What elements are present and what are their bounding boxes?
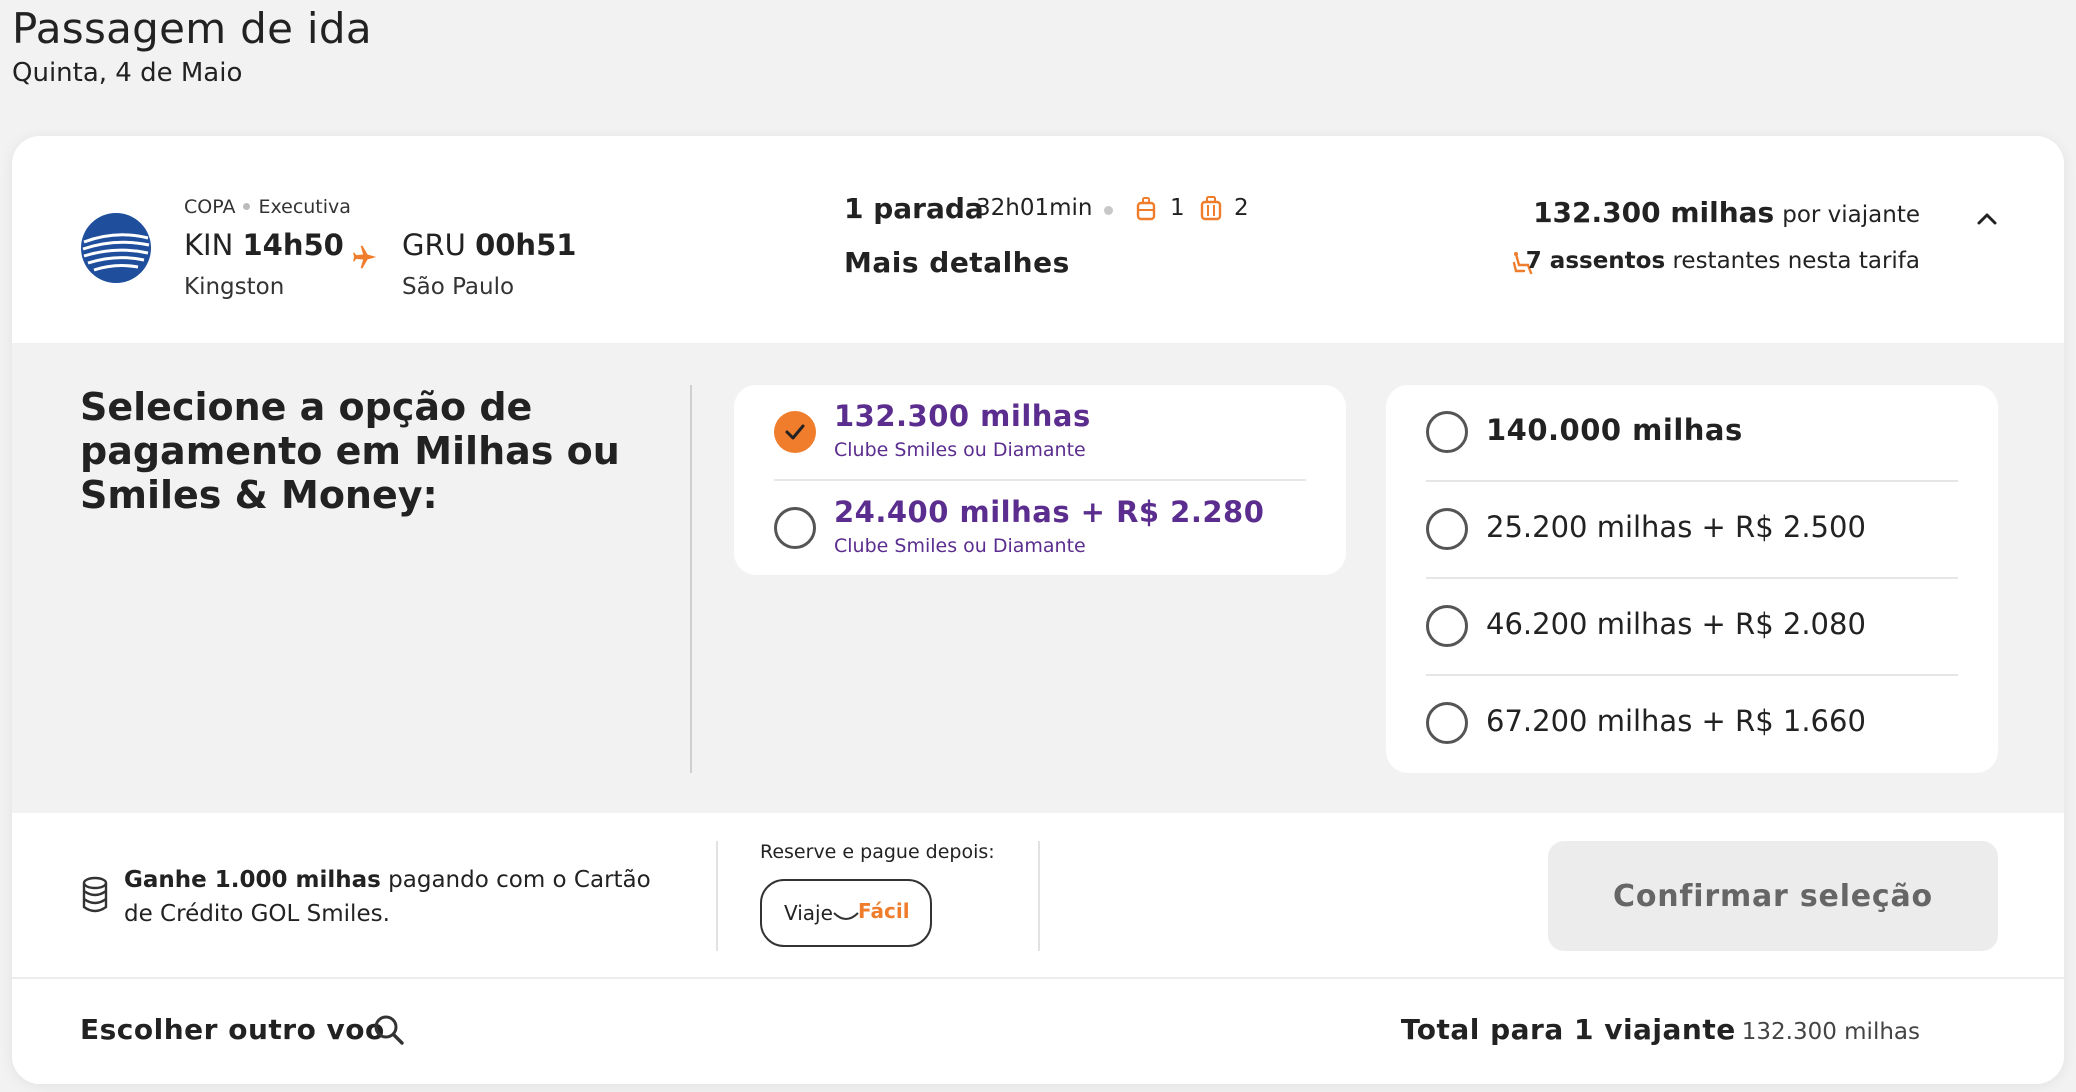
radio-button[interactable] bbox=[1426, 411, 1468, 453]
origin-code: KIN bbox=[184, 228, 234, 262]
option-sub: Clube Smiles ou Diamante bbox=[834, 439, 1086, 461]
option-label: 46.200 milhas + R$ 2.080 bbox=[1486, 607, 1866, 641]
divider bbox=[1038, 841, 1040, 951]
checked-bag-count: 2 bbox=[1234, 195, 1249, 221]
payment-option[interactable]: 25.200 milhas + R$ 2.500 bbox=[1386, 482, 1998, 579]
viaje-facil-button[interactable]: Viaje Fácil bbox=[760, 879, 932, 947]
radio-button[interactable] bbox=[1426, 605, 1468, 647]
payment-option[interactable]: 46.200 milhas + R$ 2.080 bbox=[1386, 579, 1998, 676]
cabin-class: Executiva bbox=[258, 196, 351, 218]
option-label: 140.000 milhas bbox=[1486, 413, 1743, 447]
option-label: 25.200 milhas + R$ 2.500 bbox=[1486, 510, 1866, 544]
radio-button[interactable] bbox=[774, 507, 816, 549]
flight-card: COPA Executiva KIN 14h50 Kingston GRU 00h… bbox=[12, 136, 2064, 1084]
origin: KIN 14h50 bbox=[184, 228, 344, 262]
facil-label: Fácil bbox=[858, 899, 910, 923]
destination-code: GRU bbox=[402, 228, 466, 262]
payment-option[interactable]: 24.400 milhas + R$ 2.280 Clube Smiles ou… bbox=[734, 481, 1346, 575]
coin-stack-icon bbox=[82, 876, 108, 913]
total-value: 132.300 milhas bbox=[1741, 1019, 1920, 1045]
airline-cabin: COPA Executiva bbox=[184, 196, 351, 218]
seats-remaining: 7 assentos restantes nesta tarifa bbox=[1526, 248, 1920, 274]
arrival-time: 00h51 bbox=[475, 228, 577, 262]
reserve-label: Reserve e pague depois: bbox=[760, 841, 995, 863]
divider bbox=[690, 385, 692, 773]
more-details-link[interactable]: Mais detalhes bbox=[844, 246, 1070, 279]
regular-options-card: 140.000 milhas 25.200 milhas + R$ 2.500 … bbox=[1386, 385, 1998, 773]
page-title: Passagem de ida bbox=[12, 4, 372, 53]
stops: 1 parada bbox=[844, 192, 984, 225]
payment-option[interactable]: 132.300 milhas Clube Smiles ou Diamante bbox=[734, 385, 1346, 481]
radio-button[interactable] bbox=[1426, 508, 1468, 550]
checked-bag-icon bbox=[1200, 196, 1222, 221]
option-label: 67.200 milhas + R$ 1.660 bbox=[1486, 704, 1866, 738]
departure-time: 14h50 bbox=[242, 228, 344, 262]
search-icon[interactable] bbox=[372, 1013, 406, 1047]
confirm-selection-button[interactable]: Confirmar seleção bbox=[1548, 841, 1998, 951]
total-label: Total para 1 viajante bbox=[1400, 1013, 1736, 1046]
separator-dot bbox=[1104, 206, 1113, 215]
action-footer: Ganhe 1.000 milhas pagando com o Cartão … bbox=[12, 813, 2064, 977]
viaje-label: Viaje bbox=[784, 901, 833, 925]
carry-on-bag-icon bbox=[1136, 197, 1156, 221]
origin-city: Kingston bbox=[184, 274, 285, 300]
page-date: Quinta, 4 de Maio bbox=[12, 58, 243, 88]
option-sub: Clube Smiles ou Diamante bbox=[834, 535, 1086, 557]
destination: GRU 00h51 bbox=[402, 228, 576, 262]
chevron-up-icon[interactable] bbox=[1972, 204, 2002, 234]
bottom-bar: Escolher outro voo Total para 1 viajante… bbox=[12, 977, 2064, 1084]
payment-title: Selecione a opção de pagamento em Milhas… bbox=[80, 385, 620, 517]
earn-bold: Ganhe 1.000 milhas bbox=[124, 867, 381, 893]
airline-name: COPA bbox=[184, 196, 236, 218]
payment-option[interactable]: 140.000 milhas bbox=[1386, 385, 1998, 482]
payment-options-section: Selecione a opção de pagamento em Milhas… bbox=[12, 343, 2064, 813]
price-per-traveler: 132.300 milhas por viajante bbox=[1533, 196, 1920, 229]
separator-dot bbox=[243, 202, 251, 210]
destination-city: São Paulo bbox=[402, 274, 515, 300]
seats-count: 7 assentos bbox=[1525, 248, 1666, 274]
flight-summary: COPA Executiva KIN 14h50 Kingston GRU 00h… bbox=[12, 136, 2064, 343]
airline-logo bbox=[81, 213, 151, 283]
club-options-card: 132.300 milhas Clube Smiles ou Diamante … bbox=[734, 385, 1346, 575]
price-miles: 132.300 milhas bbox=[1533, 196, 1775, 229]
option-label: 132.300 milhas bbox=[834, 399, 1091, 433]
carry-on-count: 1 bbox=[1170, 195, 1185, 221]
radio-button[interactable] bbox=[1426, 702, 1468, 744]
total-summary: Total para 1 viajante 132.300 milhas bbox=[1401, 1013, 1920, 1046]
price-suffix: por viajante bbox=[1782, 202, 1920, 228]
radio-selected[interactable] bbox=[774, 411, 816, 453]
choose-other-flight-link[interactable]: Escolher outro voo bbox=[80, 1013, 385, 1046]
divider bbox=[716, 841, 718, 951]
check-icon bbox=[785, 424, 805, 440]
earn-miles-text: Ganhe 1.000 milhas pagando com o Cartão … bbox=[124, 863, 684, 931]
option-label: 24.400 milhas + R$ 2.280 bbox=[834, 495, 1265, 529]
seats-suffix: restantes nesta tarifa bbox=[1672, 248, 1920, 274]
duration: 32h01min bbox=[976, 195, 1093, 221]
smile-icon bbox=[833, 912, 859, 920]
payment-option[interactable]: 67.200 milhas + R$ 1.660 bbox=[1386, 676, 1998, 773]
plane-icon bbox=[353, 245, 377, 269]
